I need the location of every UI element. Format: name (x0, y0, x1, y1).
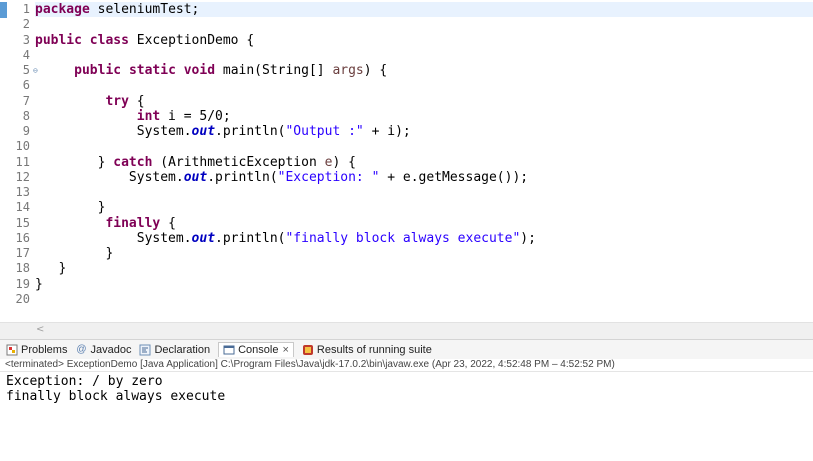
line-number: 1 (22, 2, 30, 16)
code-line[interactable] (35, 185, 813, 200)
line-number: 18 (15, 261, 30, 276)
code-line[interactable] (35, 78, 813, 93)
line-number: 13 (15, 185, 30, 199)
code-line[interactable] (35, 48, 813, 63)
line-number: 9 (22, 124, 30, 138)
code-line[interactable]: System.out.println("finally block always… (35, 231, 813, 246)
code-line[interactable]: } (35, 261, 813, 276)
line-number: 11 (15, 154, 30, 169)
tab-declaration[interactable]: Declaration (139, 344, 210, 356)
line-number: 16 (15, 230, 30, 245)
line-number: 12 (15, 169, 30, 184)
console-process-header: <terminated> ExceptionDemo [Java Applica… (0, 359, 813, 372)
code-line[interactable]: package seleniumTest; (35, 2, 813, 18)
line-number: 7 (22, 93, 30, 108)
tab-label: Results of running suite (316, 343, 432, 356)
console-icon (223, 344, 235, 356)
close-icon[interactable]: × (282, 344, 288, 356)
code-line[interactable] (35, 17, 813, 32)
tab-javadoc[interactable]: @ Javadoc (75, 344, 131, 356)
line-number: 10 (15, 139, 30, 154)
line-number: 4 (22, 47, 30, 62)
console-output[interactable]: Exception: / by zero finally block alway… (0, 373, 813, 461)
console-output-line: finally block always execute (6, 389, 226, 404)
console-output-line: Exception: / by zero (6, 374, 163, 389)
code-editor[interactable]: 1 2 3 4 5 ⊖ 6 7 8 9 10 11 12 13 14 15 16 … (0, 0, 813, 322)
line-number: 5 ⊖ (22, 63, 38, 77)
code-line[interactable]: int i = 5/0; (35, 109, 813, 124)
line-number: 15 (15, 215, 30, 230)
line-number-gutter: 1 2 3 4 5 ⊖ 6 7 8 9 10 11 12 13 14 15 16 … (7, 2, 38, 307)
code-line[interactable]: public static void main(String[] args) { (35, 63, 813, 78)
code-line[interactable]: } (35, 277, 813, 292)
horizontal-scrollbar[interactable]: < (0, 322, 813, 339)
tab-label: Declaration (154, 343, 211, 356)
line-number: 6 (22, 78, 30, 93)
current-line-marker (0, 2, 7, 18)
tab-results[interactable]: Results of running suite (302, 344, 432, 356)
scroll-left-button[interactable]: < (36, 324, 44, 335)
code-line[interactable]: } (35, 246, 813, 261)
line-number: 20 (15, 291, 30, 306)
declaration-icon (139, 344, 151, 356)
tab-label: Console (238, 344, 279, 356)
code-line[interactable]: System.out.println("Output :" + i); (35, 124, 813, 139)
line-number: 2 (22, 17, 30, 32)
tab-problems[interactable]: Problems (6, 344, 67, 356)
code-line[interactable]: finally { (35, 216, 813, 231)
code-line[interactable]: public class ExceptionDemo { (35, 33, 813, 48)
code-area[interactable]: package seleniumTest; public class Excep… (35, 2, 813, 307)
line-number: 19 (15, 276, 30, 291)
at-sign-icon: @ (76, 343, 87, 355)
code-line[interactable]: } (35, 200, 813, 215)
tab-console[interactable]: Console × (218, 342, 294, 357)
code-line[interactable]: } catch (ArithmeticException e) { (35, 155, 813, 170)
view-tab-bar: Problems @ Javadoc Declaration Console ×… (0, 339, 813, 359)
code-line[interactable] (35, 292, 813, 307)
line-number: 8 (22, 108, 30, 123)
code-line[interactable]: System.out.println("Exception: " + e.get… (35, 170, 813, 185)
line-number: 14 (15, 200, 30, 215)
line-number: 17 (15, 246, 30, 260)
line-number: 3 (22, 32, 30, 47)
problems-icon (6, 344, 18, 356)
tab-label: Problems (21, 343, 68, 356)
code-line[interactable] (35, 139, 813, 154)
tab-label: Javadoc (90, 343, 132, 356)
testng-results-icon (302, 344, 314, 356)
code-line[interactable]: try { (35, 94, 813, 109)
